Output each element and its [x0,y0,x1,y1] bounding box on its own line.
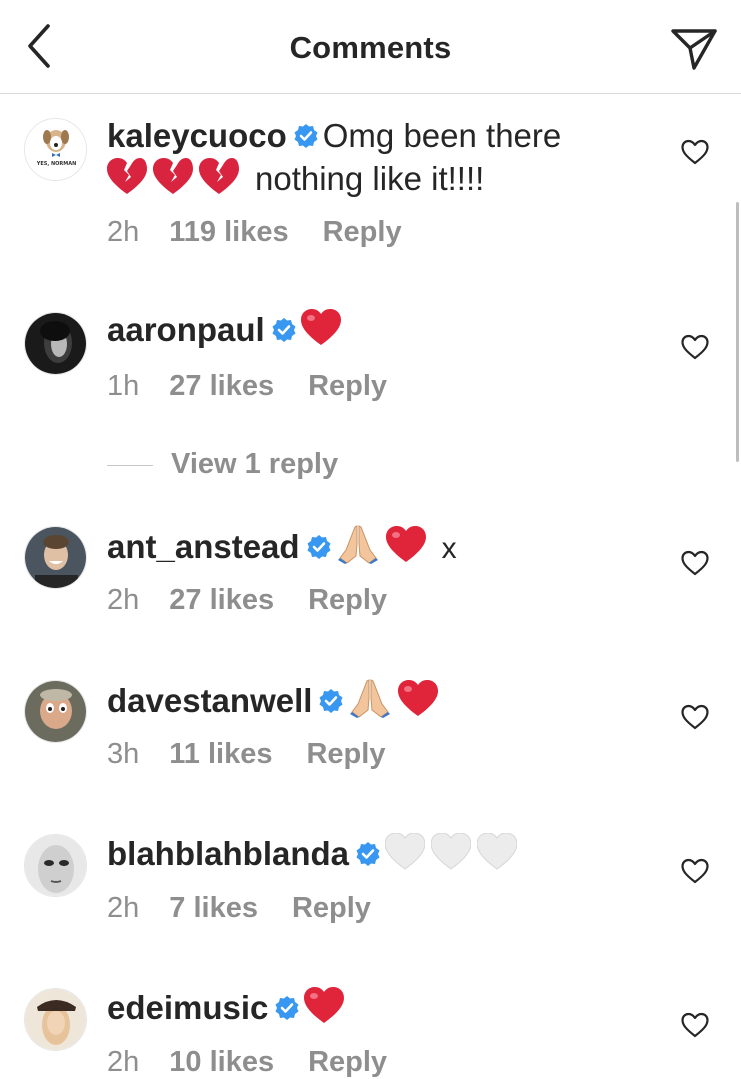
comment-time: 1h [107,370,140,402]
reply-button[interactable]: Reply [292,892,371,924]
comment-text: kaleycuoco Omg been there nothing like it… [107,114,647,206]
reply-button[interactable]: Reply [308,1046,387,1078]
header-bar: Comments [0,0,741,94]
red-heart-emoji [304,987,345,1035]
reply-button[interactable]: Reply [323,216,402,248]
verified-badge-icon [272,318,296,342]
comment-body: Omg been there [322,117,562,154]
heart-outline-icon[interactable] [681,1012,709,1038]
avatar[interactable]: YES, NORMAN [24,118,87,181]
comment-time: 2h [107,1046,140,1078]
comment-likes[interactable]: 7 likes [169,892,258,924]
heart-outline-icon[interactable] [681,704,709,730]
comment-time: 3h [107,738,140,770]
comment-username[interactable]: edeimusic [107,989,268,1026]
comment-username[interactable]: aaronpaul [107,311,265,348]
verified-badge-icon [307,535,331,559]
avatar-image [25,313,86,374]
avatar[interactable] [24,526,87,589]
avatar[interactable] [24,988,87,1051]
view-replies-label: View 1 reply [171,448,339,480]
view-replies-button[interactable]: View 1 reply [107,448,338,481]
verified-badge-icon [356,842,380,866]
comment-username[interactable]: kaleycuoco [107,117,287,154]
heart-outline-icon[interactable] [681,550,709,576]
verified-badge-icon [275,996,299,1020]
comment-meta: 2h 119 likes Reply [107,216,402,249]
comment-text: blahblahblanda [107,832,647,881]
scrollbar[interactable] [736,202,739,462]
comment-meta: 2h 27 likes Reply [107,584,387,617]
comment-body-line2: nothing like it!!!! [255,160,485,197]
avatar[interactable] [24,834,87,897]
white-heart-emoji [430,832,472,881]
comment-body: x [441,532,457,565]
red-heart-emoji [300,309,341,357]
comment-meta: 2h 10 likes Reply [107,1046,387,1079]
folded-hands-emoji [336,524,380,574]
comment-text: edeimusic [107,986,647,1035]
avatar-image [25,681,86,742]
comment-username[interactable]: ant_anstead [107,528,300,565]
comment-text: davestanwell [107,678,647,728]
avatar[interactable] [24,680,87,743]
folded-hands-emoji [348,678,392,728]
comment-likes[interactable]: 10 likes [169,1046,274,1078]
reply-button[interactable]: Reply [308,584,387,616]
red-heart-emoji [398,680,439,728]
broken-heart-emoji [107,158,147,206]
heart-outline-icon[interactable] [681,334,709,360]
avatar-image [25,527,86,588]
share-button[interactable] [670,24,718,72]
broken-heart-emoji [199,158,239,206]
broken-heart-emoji [153,158,193,206]
comment-likes[interactable]: 11 likes [169,738,272,770]
comment-text: ant_anstead x [107,524,647,574]
white-heart-emoji [384,832,426,881]
avatar-image: YES, NORMAN [25,119,86,180]
reply-button[interactable]: Reply [308,370,387,402]
heart-outline-icon[interactable] [681,858,709,884]
reply-button[interactable]: Reply [306,738,385,770]
comment-time: 2h [107,584,140,616]
verified-badge-icon [319,689,343,713]
comment-time: 2h [107,892,140,924]
avatar[interactable] [24,312,87,375]
heart-outline-icon[interactable] [681,139,709,165]
avatar-image [25,835,86,896]
verified-badge-icon [294,124,318,148]
comment-meta: 1h 27 likes Reply [107,370,387,403]
comment-likes[interactable]: 27 likes [169,370,274,402]
avatar-image [25,989,86,1050]
comment-likes[interactable]: 119 likes [169,216,288,248]
comment-username[interactable]: blahblahblanda [107,835,349,872]
paper-plane-icon [671,29,717,70]
divider-line [107,464,153,466]
comment-text: aaronpaul [107,308,647,357]
comment-time: 2h [107,216,140,248]
red-heart-emoji [385,526,426,574]
white-heart-emoji [476,832,518,881]
comment-meta: 3h 11 likes Reply [107,738,385,771]
page-title: Comments [289,30,452,65]
avatar-logo-text: YES, NORMAN [36,161,77,167]
comment-likes[interactable]: 27 likes [169,584,274,616]
comment-meta: 2h 7 likes Reply [107,892,371,925]
comment-username[interactable]: davestanwell [107,682,312,719]
